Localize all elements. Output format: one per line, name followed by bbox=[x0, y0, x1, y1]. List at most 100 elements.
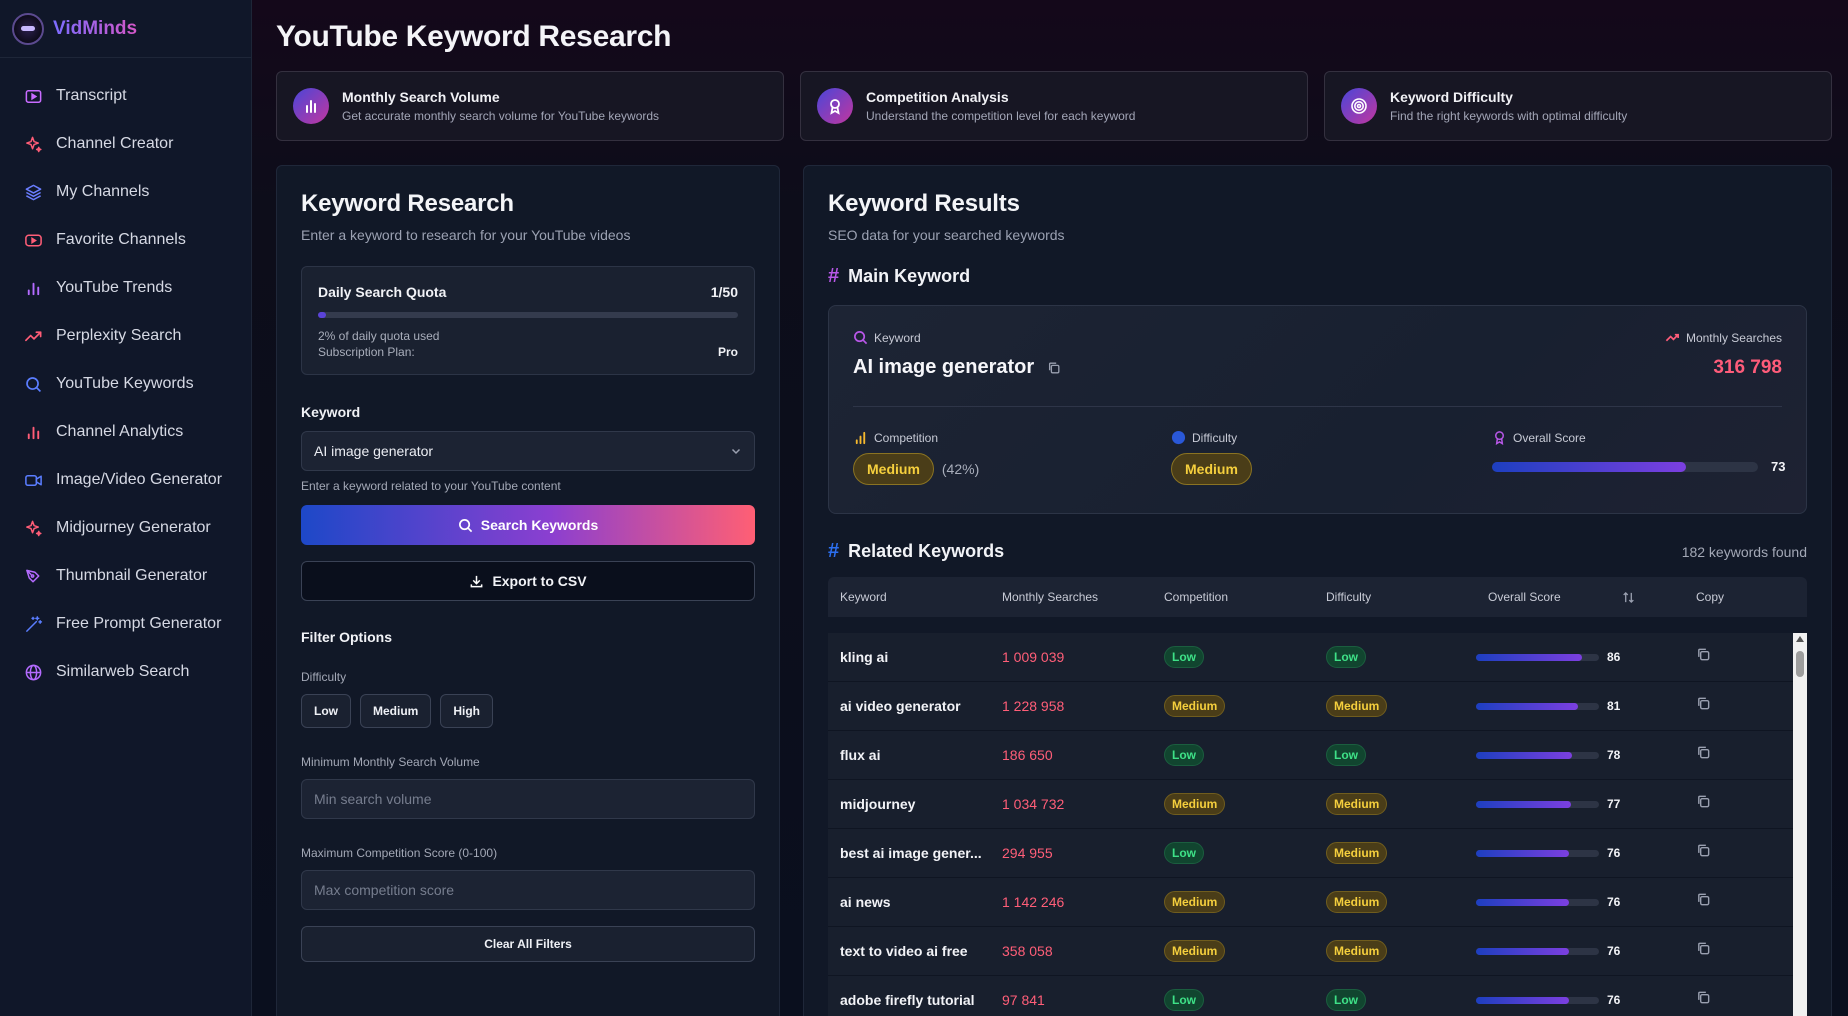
row-score-bar bbox=[1476, 898, 1599, 906]
table-row[interactable]: ai video generator 1 228 958 Medium Medi… bbox=[828, 682, 1794, 731]
sidebar-item-perplexity-search[interactable]: Perplexity Search bbox=[0, 312, 251, 360]
feature-card-competition: Competition Analysis Understand the comp… bbox=[800, 71, 1308, 141]
difficulty-chip-medium[interactable]: Medium bbox=[360, 694, 432, 728]
trending-up-icon bbox=[1665, 333, 1679, 342]
related-keywords-heading-text: Related Keywords bbox=[848, 541, 1005, 561]
target-icon bbox=[1341, 88, 1377, 124]
export-csv-button[interactable]: Export to CSV bbox=[301, 561, 755, 601]
sidebar-item-image-video-generator[interactable]: Image/Video Generator bbox=[0, 456, 251, 504]
sidebar-item-label: YouTube Keywords bbox=[56, 375, 194, 392]
feature-title: Competition Analysis bbox=[866, 89, 1009, 105]
column-header-keyword[interactable]: Keyword bbox=[828, 590, 990, 604]
quota-value: 1/50 bbox=[710, 284, 738, 300]
sidebar-item-thumbnail-generator[interactable]: Thumbnail Generator bbox=[0, 552, 251, 600]
monthly-searches-label: Monthly Searches bbox=[1685, 330, 1782, 345]
panel-subtitle: Enter a keyword to research for your You… bbox=[301, 227, 631, 243]
row-score-fill bbox=[1476, 800, 1571, 808]
competition-label: Competition bbox=[874, 430, 939, 445]
table-row[interactable]: best ai image gener... 294 955 Low Mediu… bbox=[828, 829, 1794, 878]
sidebar-item-youtube-trends[interactable]: YouTube Trends bbox=[0, 264, 251, 312]
table-row[interactable]: adobe firefly tutorial 97 841 Low Low 76 bbox=[828, 976, 1794, 1016]
sidebar-item-label: Channel Analytics bbox=[56, 423, 184, 440]
sort-icon[interactable] bbox=[1622, 591, 1635, 604]
min-volume-input[interactable]: Min search volume bbox=[301, 779, 755, 819]
main-keyword-heading-text: Main Keyword bbox=[848, 266, 971, 286]
copy-icon[interactable] bbox=[1696, 892, 1806, 912]
row-monthly-searches: 294 955 bbox=[1002, 845, 1053, 861]
sidebar-item-my-channels[interactable]: My Channels bbox=[0, 168, 251, 216]
search-icon bbox=[24, 375, 56, 394]
video-icon bbox=[24, 87, 56, 106]
row-score-value: 78 bbox=[1607, 748, 1621, 762]
row-score-fill bbox=[1476, 996, 1570, 1004]
column-header-monthly-searches[interactable]: Monthly Searches bbox=[990, 590, 1152, 604]
row-keyword: adobe firefly tutorial bbox=[840, 992, 975, 1008]
clear-filters-button[interactable]: Clear All Filters bbox=[301, 926, 755, 962]
difficulty-chip-low[interactable]: Low bbox=[301, 694, 351, 728]
copy-icon[interactable] bbox=[1696, 990, 1806, 1010]
sidebar-item-channel-creator[interactable]: Channel Creator bbox=[0, 120, 251, 168]
bar-chart-icon bbox=[24, 423, 56, 442]
copy-icon[interactable] bbox=[1047, 361, 1061, 375]
chevron-down-icon bbox=[731, 448, 741, 455]
row-difficulty-badge: Medium bbox=[1326, 940, 1388, 962]
scroll-up-arrow-icon[interactable] bbox=[1796, 636, 1804, 642]
copy-icon[interactable] bbox=[1696, 696, 1806, 716]
row-monthly-searches: 97 841 bbox=[1002, 992, 1045, 1008]
table-body[interactable]: kling ai 1 009 039 Low Low 86 ai video g… bbox=[828, 633, 1807, 1016]
keyword-select[interactable]: AI image generator bbox=[301, 431, 755, 471]
table-row[interactable]: kling ai 1 009 039 Low Low 86 bbox=[828, 633, 1794, 682]
overall-score-bar bbox=[1492, 461, 1758, 472]
related-keywords-heading: # Related Keywords bbox=[828, 540, 1004, 563]
column-header-competition[interactable]: Competition bbox=[1152, 590, 1314, 604]
column-header-difficulty[interactable]: Difficulty bbox=[1314, 590, 1476, 604]
column-header-overall-score-label: Overall Score bbox=[1488, 590, 1561, 604]
difficulty-chip-high[interactable]: High bbox=[440, 694, 494, 728]
sidebar-item-label: Midjourney Generator bbox=[56, 519, 211, 536]
filter-options-title: Filter Options bbox=[301, 629, 392, 645]
sidebar-item-favorite-channels[interactable]: Favorite Channels bbox=[0, 216, 251, 264]
row-score-bar bbox=[1476, 947, 1599, 955]
download-icon bbox=[471, 575, 483, 587]
sidebar-item-label: Transcript bbox=[56, 87, 127, 104]
divider bbox=[853, 406, 1782, 407]
competition-stat: Competition Medium (42%) bbox=[853, 430, 979, 485]
row-score-bar bbox=[1476, 751, 1599, 759]
overall-score-label: Overall Score bbox=[1513, 430, 1586, 445]
overall-score-stat: Overall Score 73 bbox=[1492, 430, 1785, 474]
sidebar-item-free-prompt-generator[interactable]: Free Prompt Generator bbox=[0, 600, 251, 648]
row-monthly-searches: 1 228 958 bbox=[1002, 698, 1065, 714]
scrollbar-thumb[interactable] bbox=[1796, 651, 1804, 677]
row-competition-badge: Low bbox=[1164, 842, 1204, 864]
sidebar-item-midjourney-generator[interactable]: Midjourney Generator bbox=[0, 504, 251, 552]
max-competition-input[interactable]: Max competition score bbox=[301, 870, 755, 910]
row-difficulty-badge: Medium bbox=[1326, 793, 1388, 815]
table-row[interactable]: ai news 1 142 246 Medium Medium 76 bbox=[828, 878, 1794, 927]
table-row[interactable]: flux ai 186 650 Low Low 78 bbox=[828, 731, 1794, 780]
quota-progress-fill bbox=[318, 312, 327, 318]
search-keywords-button[interactable]: Search Keywords bbox=[301, 505, 755, 545]
row-score-value: 76 bbox=[1607, 895, 1621, 909]
sidebar-item-similarweb-search[interactable]: Similarweb Search bbox=[0, 648, 251, 696]
row-difficulty-badge: Medium bbox=[1326, 695, 1388, 717]
copy-icon[interactable] bbox=[1696, 941, 1806, 961]
copy-icon[interactable] bbox=[1696, 647, 1806, 667]
export-csv-label: Export to CSV bbox=[492, 573, 587, 589]
brand[interactable]: VidMinds bbox=[0, 0, 251, 58]
search-icon bbox=[854, 331, 868, 345]
table-scrollbar[interactable] bbox=[1793, 633, 1807, 1016]
row-keyword: ai video generator bbox=[840, 698, 961, 714]
copy-icon[interactable] bbox=[1696, 843, 1806, 863]
copy-icon[interactable] bbox=[1696, 794, 1806, 814]
table-row[interactable]: midjourney 1 034 732 Medium Medium 77 bbox=[828, 780, 1794, 829]
table-row[interactable]: text to video ai free 358 058 Medium Med… bbox=[828, 927, 1794, 976]
copy-icon[interactable] bbox=[1696, 745, 1806, 765]
sidebar-item-youtube-keywords[interactable]: YouTube Keywords bbox=[0, 360, 251, 408]
column-header-overall-score[interactable]: Overall Score bbox=[1476, 590, 1696, 604]
row-score-fill bbox=[1476, 898, 1570, 906]
feature-title: Keyword Difficulty bbox=[1390, 89, 1513, 105]
sidebar-item-channel-analytics[interactable]: Channel Analytics bbox=[0, 408, 251, 456]
row-monthly-searches: 358 058 bbox=[1002, 943, 1053, 959]
sidebar-item-transcript[interactable]: Transcript bbox=[0, 72, 251, 120]
sidebar-item-label: YouTube Trends bbox=[56, 279, 173, 296]
